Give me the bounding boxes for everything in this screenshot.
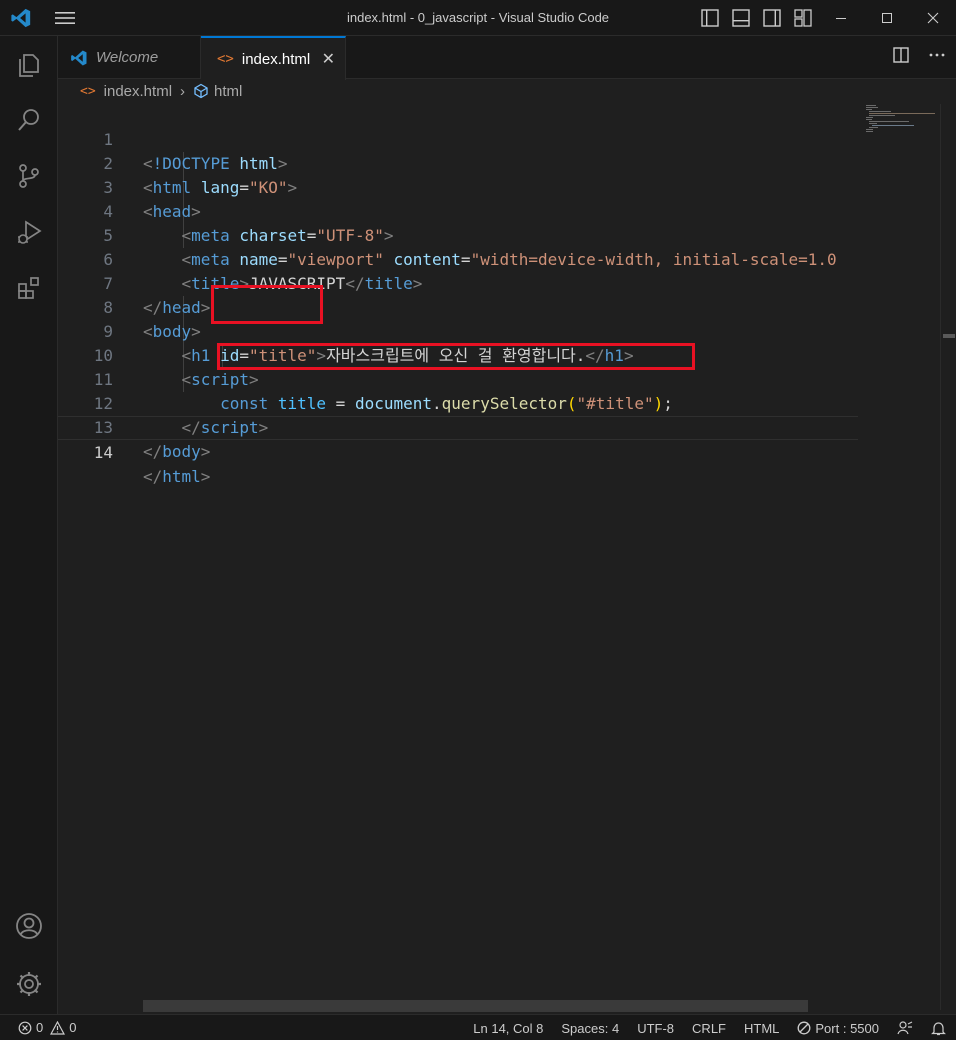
live-server-port[interactable]: Port : 5500 <box>797 1021 879 1036</box>
html-file-icon: <> <box>80 83 96 99</box>
code-line: 6 <title>JAVASCRIPT</title> <box>58 224 858 293</box>
code-line: 2 <html lang="KO"> <box>58 128 858 197</box>
code-line: 13 </body> <box>58 392 858 461</box>
vertical-scrollbar[interactable] <box>940 104 956 1010</box>
error-count: 0 <box>36 1020 44 1035</box>
maximize-button[interactable] <box>864 0 910 36</box>
close-tab-icon[interactable]: ✕ <box>322 49 335 69</box>
vscode-logo-icon <box>71 50 87 65</box>
editor-tabs: Welcome <> index.html ✕ <box>58 36 956 80</box>
horizontal-scrollbar[interactable] <box>143 1000 808 1012</box>
search-icon <box>18 109 39 131</box>
code-line: 7 </head> <box>58 248 858 317</box>
end-of-line[interactable]: CRLF <box>692 1021 726 1036</box>
toggle-primary-sidebar-icon[interactable] <box>700 8 720 28</box>
feedback-button[interactable] <box>897 1020 913 1036</box>
line-number: 14 <box>93 443 113 462</box>
close-window-button[interactable] <box>910 0 956 36</box>
language-mode[interactable]: HTML <box>744 1021 779 1036</box>
warning-count: 0 <box>69 1020 77 1035</box>
extensions-icon <box>18 277 39 299</box>
scrollbar-thumb[interactable] <box>943 334 955 338</box>
code-editor[interactable]: 1 <!DOCTYPE html> 2 <html lang="KO"> 3 <… <box>58 104 938 1000</box>
run-debug-icon <box>18 220 42 244</box>
symbol-element-icon <box>194 83 208 99</box>
code-line: 9 <h1 id="title">자바스크립트에 오신 걸 환영합니다.</h1… <box>58 296 858 365</box>
cursor-position[interactable]: Ln 14, Col 8 <box>473 1021 543 1036</box>
status-bar: 0 0 Ln 14, Col 8 Spaces: 4 UTF-8 CRLF HT… <box>0 1014 956 1040</box>
code-line: 8 <body> <box>58 272 858 341</box>
tab-index-html[interactable]: <> index.html ✕ <box>201 36 346 80</box>
more-actions-icon[interactable] <box>928 46 946 64</box>
activity-bar <box>0 36 58 1014</box>
bell-icon <box>931 1021 946 1035</box>
problems-indicator[interactable]: 0 0 <box>18 1020 76 1035</box>
current-code-line: 14 </html> <box>58 416 858 486</box>
port-label: Port : 5500 <box>815 1020 879 1036</box>
error-icon <box>18 1021 32 1034</box>
account-icon <box>16 913 42 939</box>
customize-layout-icon[interactable] <box>793 8 813 28</box>
token: html <box>162 467 201 486</box>
annotation-box-id-title <box>211 285 323 324</box>
feedback-icon <box>897 1021 913 1035</box>
minimize-button[interactable] <box>818 0 864 36</box>
prohibited-icon <box>797 1021 811 1035</box>
run-debug-button[interactable] <box>0 204 58 260</box>
source-control-button[interactable] <box>0 148 58 204</box>
code-line: 4 <meta charset="UTF-8"> <box>58 176 858 245</box>
code-line: 12 </script> <box>58 368 858 437</box>
file-encoding[interactable]: UTF-8 <box>637 1021 674 1036</box>
toggle-panel-icon[interactable] <box>731 8 751 28</box>
code-line: 3 <head> <box>58 152 858 221</box>
explorer-button[interactable] <box>0 36 58 92</box>
title-bar: index.html - 0_javascript - Visual Studi… <box>0 0 956 36</box>
code-line: 1 <!DOCTYPE html> <box>58 104 858 173</box>
tab-label: index.html <box>241 50 311 68</box>
breadcrumb: <> index.html › html <box>80 80 242 102</box>
warning-icon <box>50 1020 66 1035</box>
notifications-button[interactable] <box>931 1021 946 1036</box>
manage-button[interactable] <box>0 956 58 1012</box>
gear-icon <box>17 972 41 996</box>
toggle-secondary-sidebar-icon[interactable] <box>762 8 782 28</box>
breadcrumb-symbol[interactable]: html <box>214 83 242 100</box>
html-file-icon: <> <box>217 51 234 67</box>
tab-welcome[interactable]: Welcome <box>58 36 201 79</box>
code-line: 5 <meta name="viewport" content="width=d… <box>58 200 858 269</box>
breadcrumb-file[interactable]: index.html <box>104 83 172 100</box>
editor-actions <box>892 46 946 64</box>
extensions-button[interactable] <box>0 260 58 316</box>
chevron-right-icon: › <box>180 82 186 100</box>
token: body <box>162 442 201 461</box>
minimap[interactable] <box>866 104 938 140</box>
source-control-icon <box>19 164 39 188</box>
maximize-icon <box>882 13 892 23</box>
accounts-button[interactable] <box>0 898 58 954</box>
minimize-icon <box>836 18 846 19</box>
close-icon <box>927 12 939 24</box>
tab-label: Welcome <box>96 49 159 66</box>
files-icon <box>19 54 39 77</box>
indentation[interactable]: Spaces: 4 <box>561 1021 619 1036</box>
code-line: 10 <script> <box>58 320 858 389</box>
annotation-box-queryselector <box>217 343 695 370</box>
search-button[interactable] <box>0 92 58 148</box>
split-editor-icon[interactable] <box>892 46 910 64</box>
